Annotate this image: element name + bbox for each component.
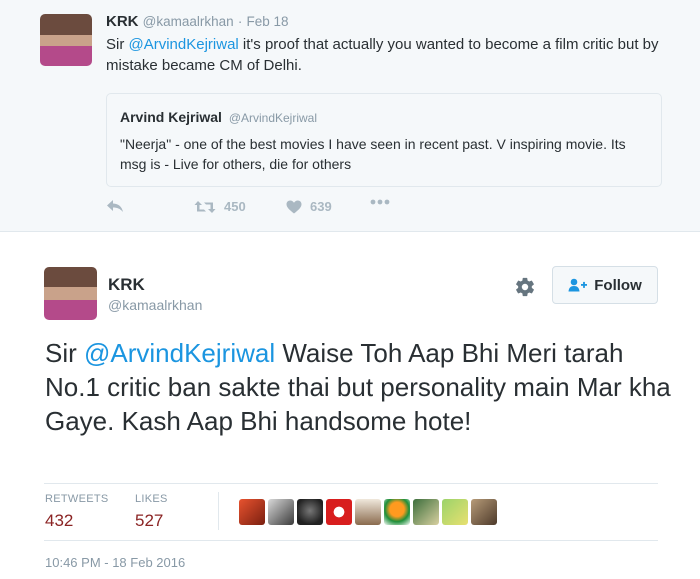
likes-value: 527 bbox=[135, 511, 164, 530]
like-count: 639 bbox=[310, 199, 332, 214]
divider bbox=[218, 492, 219, 530]
liker-avatar[interactable] bbox=[413, 499, 439, 525]
quoted-tweet[interactable]: Arvind Kejriwal @ArvindKejriwal "Neerja"… bbox=[106, 93, 662, 187]
quote-header: Arvind Kejriwal @ArvindKejriwal bbox=[120, 109, 317, 125]
tweet-header: KRK @kamaalrkhan · Feb 18 bbox=[106, 13, 289, 30]
avatar[interactable] bbox=[40, 14, 92, 66]
heart-icon bbox=[286, 200, 302, 213]
quote-text: "Neerja" - one of the best movies I have… bbox=[120, 136, 626, 172]
tweet-text-prefix: Sir bbox=[106, 36, 129, 53]
likes-stat[interactable]: LIKES 527 bbox=[135, 493, 168, 531]
tweet-date[interactable]: Feb 18 bbox=[247, 14, 289, 29]
retweets-label: RETWEETS bbox=[45, 493, 109, 505]
liker-avatar[interactable] bbox=[384, 499, 410, 525]
retweet-count: 450 bbox=[224, 199, 246, 214]
divider bbox=[44, 540, 658, 541]
more-button[interactable] bbox=[370, 199, 390, 205]
mention-link[interactable]: @ArvindKejriwal bbox=[129, 36, 239, 53]
author-name[interactable]: KRK bbox=[106, 13, 139, 30]
reply-button[interactable] bbox=[106, 199, 124, 213]
author-handle[interactable]: @kamaalrkhan bbox=[143, 14, 234, 29]
tweet-timestamp[interactable]: 10:46 PM - 18 Feb 2016 bbox=[45, 555, 185, 570]
divider bbox=[44, 483, 658, 484]
liker-avatar[interactable] bbox=[268, 499, 294, 525]
liker-avatar[interactable] bbox=[471, 499, 497, 525]
more-dots-icon bbox=[370, 199, 390, 205]
mention-link[interactable]: @ArvindKejriwal bbox=[84, 338, 275, 368]
follow-label: Follow bbox=[594, 276, 642, 294]
replied-tweet[interactable]: KRK @kamaalrkhan · Feb 18 Sir @ArvindKej… bbox=[0, 0, 700, 232]
header-separator: · bbox=[237, 14, 243, 29]
tweet-text: Sir @ArvindKejriwal Waise Toh Aap Bhi Me… bbox=[45, 336, 685, 438]
like-button[interactable]: 639 bbox=[286, 199, 332, 214]
liker-avatar[interactable] bbox=[297, 499, 323, 525]
follow-button[interactable]: Follow bbox=[552, 266, 658, 304]
quote-author-name: Arvind Kejriwal bbox=[120, 109, 222, 125]
avatar[interactable] bbox=[44, 267, 97, 320]
gear-icon[interactable] bbox=[514, 276, 536, 298]
author-handle[interactable]: @kamaalrkhan bbox=[108, 297, 202, 313]
quote-author-handle: @ArvindKejriwal bbox=[228, 111, 318, 125]
author-name[interactable]: KRK bbox=[108, 275, 145, 295]
liker-avatar[interactable] bbox=[326, 499, 352, 525]
tweet-text: Sir @ArvindKejriwal it's proof that actu… bbox=[106, 34, 666, 76]
retweet-button[interactable]: 450 bbox=[194, 199, 246, 214]
liker-avatar[interactable] bbox=[239, 499, 265, 525]
retweets-stat[interactable]: RETWEETS 432 bbox=[45, 493, 109, 531]
retweet-icon bbox=[194, 200, 216, 213]
likes-label: LIKES bbox=[135, 493, 168, 505]
add-user-icon bbox=[568, 278, 588, 292]
retweets-value: 432 bbox=[45, 511, 74, 530]
liker-avatar[interactable] bbox=[442, 499, 468, 525]
reply-icon bbox=[107, 200, 123, 212]
likers-avatars bbox=[239, 499, 497, 525]
tweet-actions: 450 639 bbox=[106, 199, 506, 219]
tweet-text-prefix: Sir bbox=[45, 338, 84, 368]
liker-avatar[interactable] bbox=[355, 499, 381, 525]
